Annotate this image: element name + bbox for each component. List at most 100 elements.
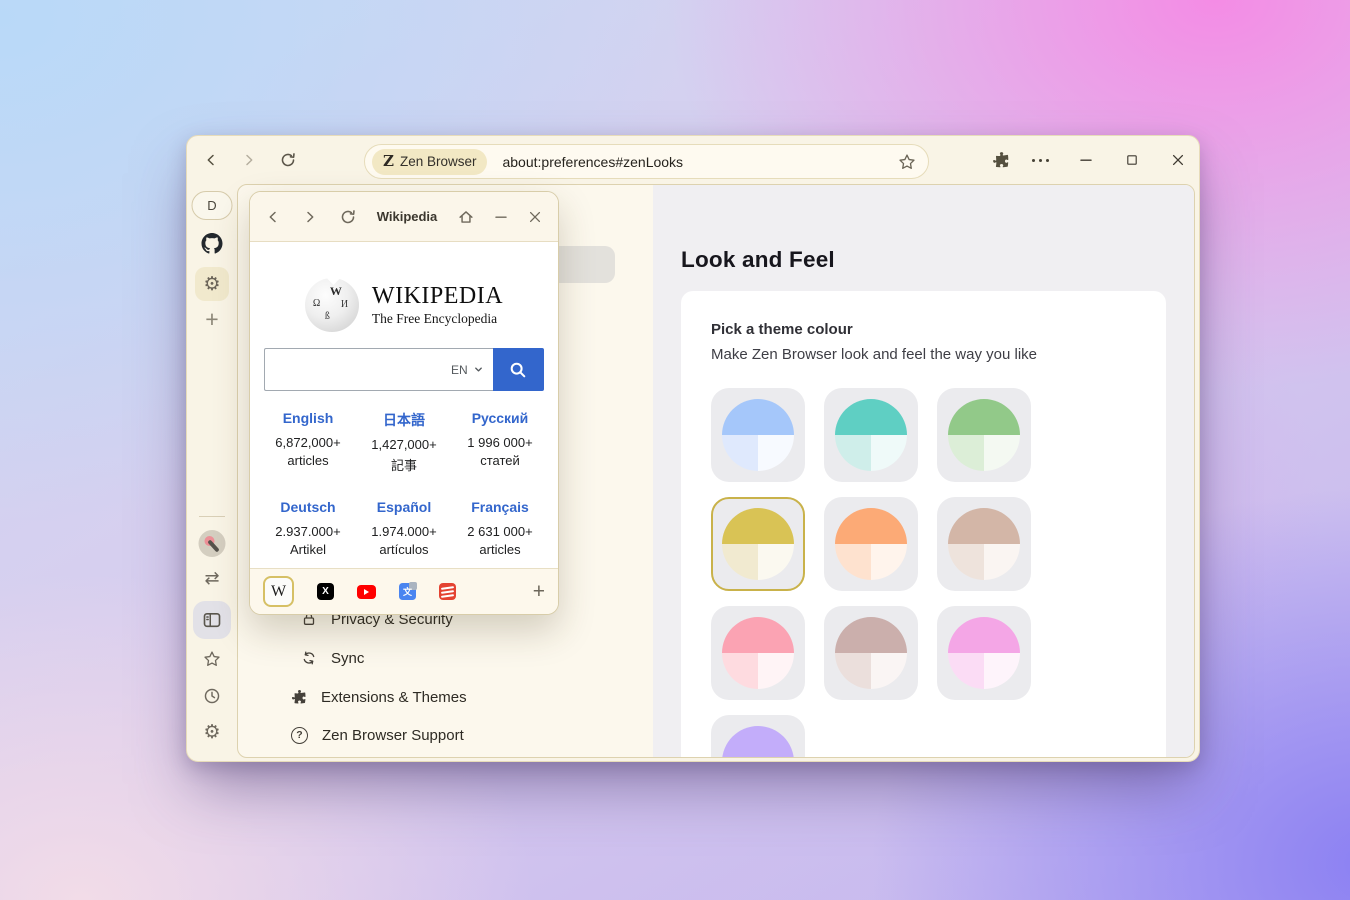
theme-swatch-circle [948, 399, 1020, 471]
pinned-avatar-icon[interactable] [199, 530, 226, 557]
history-icon[interactable] [203, 687, 221, 705]
wiki-search-button[interactable] [493, 348, 544, 391]
theme-swatch-pink[interactable] [711, 606, 805, 700]
language-spanish: Español 1.974.000+ artículos [356, 499, 452, 557]
wikipedia-page: WΩИß WIKIPEDIA The Free Encyclopedia EN [250, 242, 558, 568]
pip-home-button[interactable] [457, 208, 475, 226]
theme-swatch-teal[interactable] [824, 388, 918, 482]
theme-swatch-purple[interactable] [711, 715, 805, 758]
theme-swatch-circle [835, 399, 907, 471]
theme-swatch-tan[interactable] [937, 497, 1031, 591]
language-link[interactable]: Français [471, 499, 529, 515]
sync-icon [301, 650, 317, 666]
language-link[interactable]: Deutsch [280, 499, 335, 515]
settings-nav-support[interactable]: ? Zen Browser Support [291, 722, 464, 748]
theme-swatch-yellow[interactable] [711, 497, 805, 591]
language-label: 記事 [356, 455, 452, 474]
close-button[interactable] [1166, 148, 1190, 172]
ellipsis-icon [1032, 159, 1049, 162]
pip-favicon-bar: W X 文 + [250, 568, 558, 614]
url-bar[interactable]: Z Zen Browser about:preferences#zenLooks [364, 144, 929, 179]
puzzle-icon [291, 689, 307, 705]
language-count: 1,427,000+ [356, 437, 452, 452]
language-japanese: 日本語 1,427,000+ 記事 [356, 410, 452, 474]
language-french: Français 2 631 000+ articles [452, 499, 548, 557]
site-chip-label: Zen Browser [400, 154, 477, 169]
forward-button[interactable] [237, 148, 261, 172]
settings-nav-extensions[interactable]: Extensions & Themes [291, 684, 467, 710]
google-translate-favicon[interactable]: 文 [399, 583, 416, 600]
minimize-button[interactable] [1074, 148, 1098, 172]
theme-swatch-green[interactable] [937, 388, 1031, 482]
theme-swatch-circle [835, 617, 907, 689]
pip-close-button[interactable] [527, 209, 543, 225]
youtube-favicon[interactable] [357, 585, 376, 599]
wikipedia-wordmark: WIKIPEDIA [372, 283, 503, 309]
pip-minimize-button[interactable] [493, 209, 509, 225]
theme-swatch-magenta[interactable] [937, 606, 1031, 700]
theme-swatch-orange[interactable] [824, 497, 918, 591]
magnifier-icon [509, 361, 527, 379]
theme-swatch-circle [948, 508, 1020, 580]
browser-window: Z Zen Browser about:preferences#zenLooks… [186, 135, 1200, 762]
theme-card-subtitle: Make Zen Browser look and feel the way y… [711, 346, 1037, 363]
wikipedia-search-bar: EN [264, 348, 544, 391]
pip-reload-button[interactable] [339, 208, 357, 226]
language-count: 1 996 000+ [452, 435, 548, 450]
new-tab-button[interactable]: + [205, 306, 218, 333]
theme-swatch-circle [948, 617, 1020, 689]
url-text[interactable]: about:preferences#zenLooks [502, 154, 898, 170]
pip-forward-button[interactable] [302, 209, 318, 225]
language-link[interactable]: 日本語 [383, 412, 425, 428]
settings-nav-label: Zen Browser Support [322, 727, 464, 744]
browser-sidebar: D ⚙ + ⇄ ⚙ [187, 184, 237, 761]
sidebar-toggle-button-active[interactable] [193, 601, 231, 639]
workspace-switch-icon[interactable]: ⇄ [204, 570, 219, 588]
language-label: статей [452, 453, 548, 468]
pip-add-site-button[interactable]: + [533, 581, 545, 602]
wiki-search-input[interactable] [265, 349, 446, 390]
wikipedia-favicon-active[interactable]: W [263, 576, 294, 607]
question-icon: ? [291, 727, 308, 744]
theme-swatch-circle [722, 617, 794, 689]
maximize-button[interactable] [1120, 148, 1144, 172]
wiki-language-selector[interactable]: EN [451, 363, 484, 377]
language-count: 2 631 000+ [452, 524, 548, 539]
language-label: articles [260, 453, 356, 468]
language-count: 6,872,000+ [260, 435, 356, 450]
pip-back-button[interactable] [265, 209, 281, 225]
settings-nav-label: Extensions & Themes [321, 689, 467, 706]
todoist-favicon[interactable] [439, 583, 456, 600]
theme-swatch-mauve[interactable] [824, 606, 918, 700]
desktop: Z Zen Browser about:preferences#zenLooks… [0, 0, 1350, 900]
settings-tab-icon-active[interactable]: ⚙ [195, 267, 229, 301]
menu-button[interactable] [1028, 148, 1052, 172]
language-count: 2.937.000+ [260, 524, 356, 539]
site-identity-chip[interactable]: Z Zen Browser [372, 149, 487, 175]
settings-icon[interactable]: ⚙ [203, 723, 220, 742]
language-count: 1.974.000+ [356, 524, 452, 539]
settings-content-pane: Look and Feel Pick a theme colour Make Z… [653, 185, 1194, 757]
language-link[interactable]: English [283, 410, 334, 426]
wiki-language-code: EN [451, 363, 468, 377]
language-english: English 6,872,000+ articles [260, 410, 356, 474]
back-button[interactable] [199, 148, 223, 172]
theme-swatch-circle [722, 508, 794, 580]
bookmarks-icon[interactable] [203, 650, 221, 668]
language-link[interactable]: Español [377, 499, 431, 515]
theme-card: Pick a theme colour Make Zen Browser loo… [681, 291, 1166, 758]
pip-titlebar: Wikipedia [250, 192, 558, 242]
bookmark-star-icon[interactable] [898, 153, 916, 171]
theme-swatch-blue[interactable] [711, 388, 805, 482]
reload-button[interactable] [276, 148, 300, 172]
theme-swatch-circle [835, 508, 907, 580]
settings-nav-sync[interactable]: Sync [301, 645, 364, 671]
github-tab-icon[interactable] [202, 233, 223, 254]
language-link[interactable]: Русский [472, 410, 529, 426]
theme-swatch-circle [722, 399, 794, 471]
x-favicon[interactable]: X [317, 583, 334, 600]
workspace-pill[interactable]: D [192, 191, 233, 220]
language-german: Deutsch 2.937.000+ Artikel [260, 499, 356, 557]
extensions-button[interactable] [989, 148, 1013, 172]
language-label: articles [452, 542, 548, 557]
